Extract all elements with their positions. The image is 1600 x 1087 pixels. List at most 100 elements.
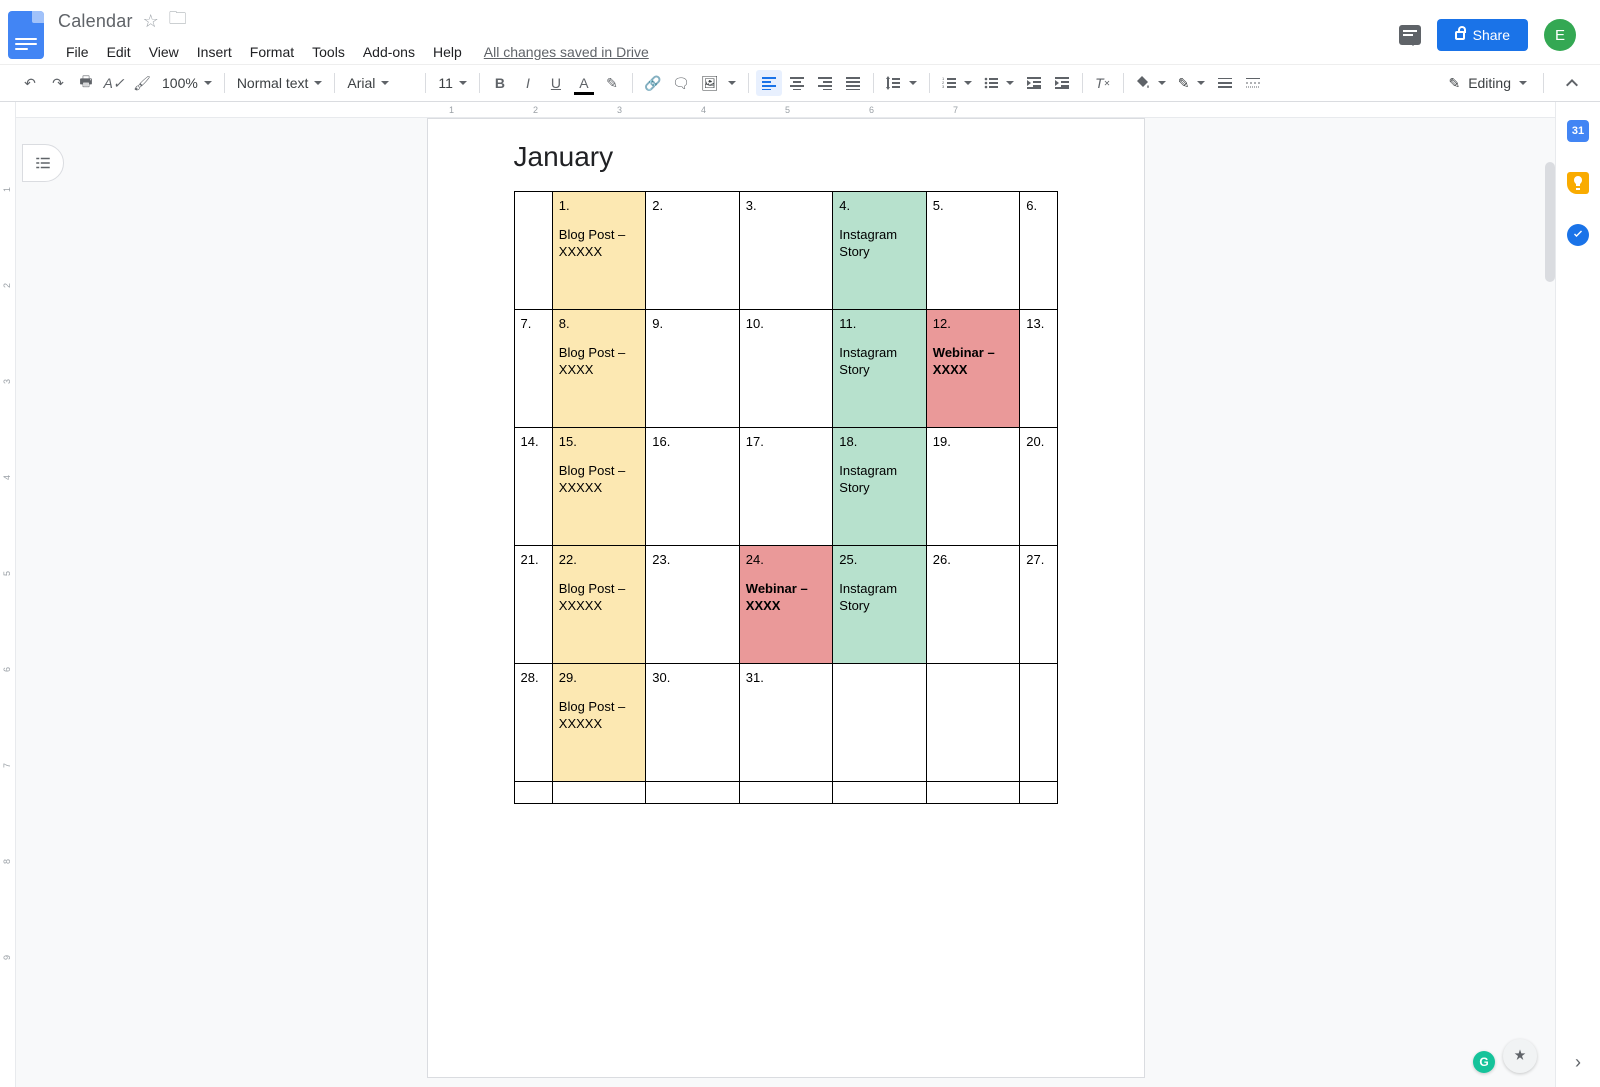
calendar-sidepanel-icon[interactable]: 31 bbox=[1567, 120, 1589, 142]
calendar-cell[interactable]: 30. bbox=[646, 664, 740, 782]
calendar-cell[interactable]: 24.Webinar – XXXX bbox=[739, 546, 833, 664]
calendar-cell[interactable]: 29.Blog Post – XXXXX bbox=[552, 664, 646, 782]
calendar-cell[interactable]: 19. bbox=[926, 428, 1020, 546]
document-title[interactable]: Calendar bbox=[58, 11, 133, 32]
save-status[interactable]: All changes saved in Drive bbox=[484, 44, 649, 60]
comments-icon[interactable] bbox=[1399, 25, 1421, 45]
calendar-cell[interactable]: 16. bbox=[646, 428, 740, 546]
insert-comment-button[interactable]: 🗨 bbox=[668, 70, 694, 96]
grammarly-icon[interactable]: G bbox=[1473, 1051, 1495, 1073]
calendar-cell[interactable]: 4.Instagram Story bbox=[833, 192, 927, 310]
paragraph-style-dropdown[interactable]: Normal text bbox=[231, 70, 329, 96]
calendar-cell[interactable]: 2. bbox=[646, 192, 740, 310]
align-center-button[interactable] bbox=[784, 70, 810, 96]
calendar-cell[interactable]: 7. bbox=[514, 310, 552, 428]
calendar-cell[interactable] bbox=[833, 664, 927, 782]
menu-edit[interactable]: Edit bbox=[99, 40, 139, 64]
menu-view[interactable]: View bbox=[141, 40, 187, 64]
calendar-cell[interactable] bbox=[1020, 664, 1057, 782]
numbered-list-button[interactable]: 123 bbox=[936, 70, 978, 96]
undo-button[interactable]: ↶ bbox=[17, 70, 43, 96]
calendar-cell[interactable]: 14. bbox=[514, 428, 552, 546]
star-icon[interactable]: ☆ bbox=[143, 11, 159, 32]
bulleted-list-button[interactable] bbox=[978, 70, 1020, 96]
font-size-dropdown[interactable]: 11 bbox=[432, 70, 473, 96]
calendar-cell[interactable] bbox=[926, 782, 1020, 804]
calendar-cell[interactable]: 18.Instagram Story bbox=[833, 428, 927, 546]
cell-fill-color-button[interactable] bbox=[1130, 70, 1172, 96]
calendar-cell[interactable]: 22.Blog Post – XXXXX bbox=[552, 546, 646, 664]
calendar-cell[interactable]: 8.Blog Post – XXXX bbox=[552, 310, 646, 428]
scrollbar-thumb[interactable] bbox=[1545, 162, 1555, 282]
calendar-cell[interactable] bbox=[833, 782, 927, 804]
calendar-cell[interactable] bbox=[552, 782, 646, 804]
calendar-cell[interactable]: 17. bbox=[739, 428, 833, 546]
calendar-cell[interactable]: 5. bbox=[926, 192, 1020, 310]
font-dropdown[interactable]: Arial bbox=[341, 70, 419, 96]
menu-file[interactable]: File bbox=[58, 40, 97, 64]
paint-format-button[interactable]: 🖌 bbox=[129, 70, 155, 96]
calendar-cell[interactable]: 10. bbox=[739, 310, 833, 428]
calendar-cell[interactable] bbox=[926, 664, 1020, 782]
menu-insert[interactable]: Insert bbox=[189, 40, 240, 64]
border-width-button[interactable] bbox=[1212, 70, 1238, 96]
highlight-color-button[interactable]: ✎ bbox=[599, 70, 625, 96]
collapse-toolbar-button[interactable] bbox=[1560, 71, 1584, 95]
menu-help[interactable]: Help bbox=[425, 40, 470, 64]
calendar-cell[interactable] bbox=[1020, 782, 1057, 804]
redo-button[interactable]: ↷ bbox=[45, 70, 71, 96]
calendar-cell[interactable] bbox=[646, 782, 740, 804]
clear-formatting-button[interactable]: T✕ bbox=[1090, 70, 1116, 96]
line-spacing-button[interactable] bbox=[880, 70, 923, 96]
calendar-cell[interactable]: 11.Instagram Story bbox=[833, 310, 927, 428]
calendar-cell[interactable]: 20. bbox=[1020, 428, 1057, 546]
show-side-panel-button[interactable]: › bbox=[1575, 1052, 1581, 1073]
editing-mode-dropdown[interactable]: ✎ Editing bbox=[1438, 75, 1537, 92]
calendar-cell[interactable]: 27. bbox=[1020, 546, 1057, 664]
insert-image-button[interactable]: 🖼 bbox=[695, 70, 742, 96]
share-button[interactable]: Share bbox=[1437, 19, 1528, 51]
menu-tools[interactable]: Tools bbox=[304, 40, 353, 64]
vertical-ruler[interactable]: 123456789 bbox=[0, 102, 16, 1087]
align-left-button[interactable] bbox=[756, 70, 782, 96]
increase-indent-button[interactable] bbox=[1049, 70, 1075, 96]
menu-addons[interactable]: Add-ons bbox=[355, 40, 423, 64]
text-color-button[interactable]: A bbox=[571, 70, 597, 96]
calendar-cell[interactable]: 12.Webinar – XXXX bbox=[926, 310, 1020, 428]
spellcheck-button[interactable]: A✓ bbox=[101, 70, 127, 96]
calendar-cell[interactable]: 28. bbox=[514, 664, 552, 782]
calendar-cell[interactable] bbox=[739, 782, 833, 804]
align-right-button[interactable] bbox=[812, 70, 838, 96]
calendar-cell[interactable]: 23. bbox=[646, 546, 740, 664]
calendar-cell[interactable]: 15.Blog Post – XXXXX bbox=[552, 428, 646, 546]
explore-button[interactable] bbox=[1503, 1039, 1537, 1073]
account-avatar[interactable]: E bbox=[1544, 19, 1576, 51]
tasks-sidepanel-icon[interactable] bbox=[1567, 224, 1589, 246]
calendar-cell[interactable]: 21. bbox=[514, 546, 552, 664]
calendar-cell[interactable] bbox=[514, 782, 552, 804]
calendar-cell[interactable]: 9. bbox=[646, 310, 740, 428]
decrease-indent-button[interactable] bbox=[1021, 70, 1047, 96]
calendar-cell[interactable]: 13. bbox=[1020, 310, 1057, 428]
zoom-dropdown[interactable]: 100% bbox=[156, 70, 218, 96]
calendar-cell[interactable]: 6. bbox=[1020, 192, 1057, 310]
calendar-cell[interactable] bbox=[514, 192, 552, 310]
insert-link-button[interactable]: 🔗 bbox=[640, 70, 666, 96]
move-folder-icon[interactable]: 🗀 bbox=[169, 6, 187, 36]
page-heading[interactable]: January bbox=[514, 141, 1058, 173]
document-outline-button[interactable] bbox=[22, 144, 64, 182]
calendar-cell[interactable]: 26. bbox=[926, 546, 1020, 664]
border-color-button[interactable]: ✎ bbox=[1172, 70, 1212, 96]
bold-button[interactable]: B bbox=[487, 70, 513, 96]
calendar-cell[interactable]: 25.Instagram Story bbox=[833, 546, 927, 664]
document-canvas[interactable]: 1234567 January 1.Blog Post – XXXXX2.3.4… bbox=[16, 102, 1556, 1087]
border-style-button[interactable] bbox=[1240, 70, 1266, 96]
align-justify-button[interactable] bbox=[840, 70, 866, 96]
keep-sidepanel-icon[interactable] bbox=[1567, 172, 1589, 194]
calendar-cell[interactable]: 1.Blog Post – XXXXX bbox=[552, 192, 646, 310]
calendar-cell[interactable]: 3. bbox=[739, 192, 833, 310]
underline-button[interactable]: U bbox=[543, 70, 569, 96]
calendar-cell[interactable]: 31. bbox=[739, 664, 833, 782]
horizontal-ruler[interactable]: 1234567 bbox=[16, 102, 1555, 118]
calendar-table[interactable]: 1.Blog Post – XXXXX2.3.4.Instagram Story… bbox=[514, 191, 1058, 804]
